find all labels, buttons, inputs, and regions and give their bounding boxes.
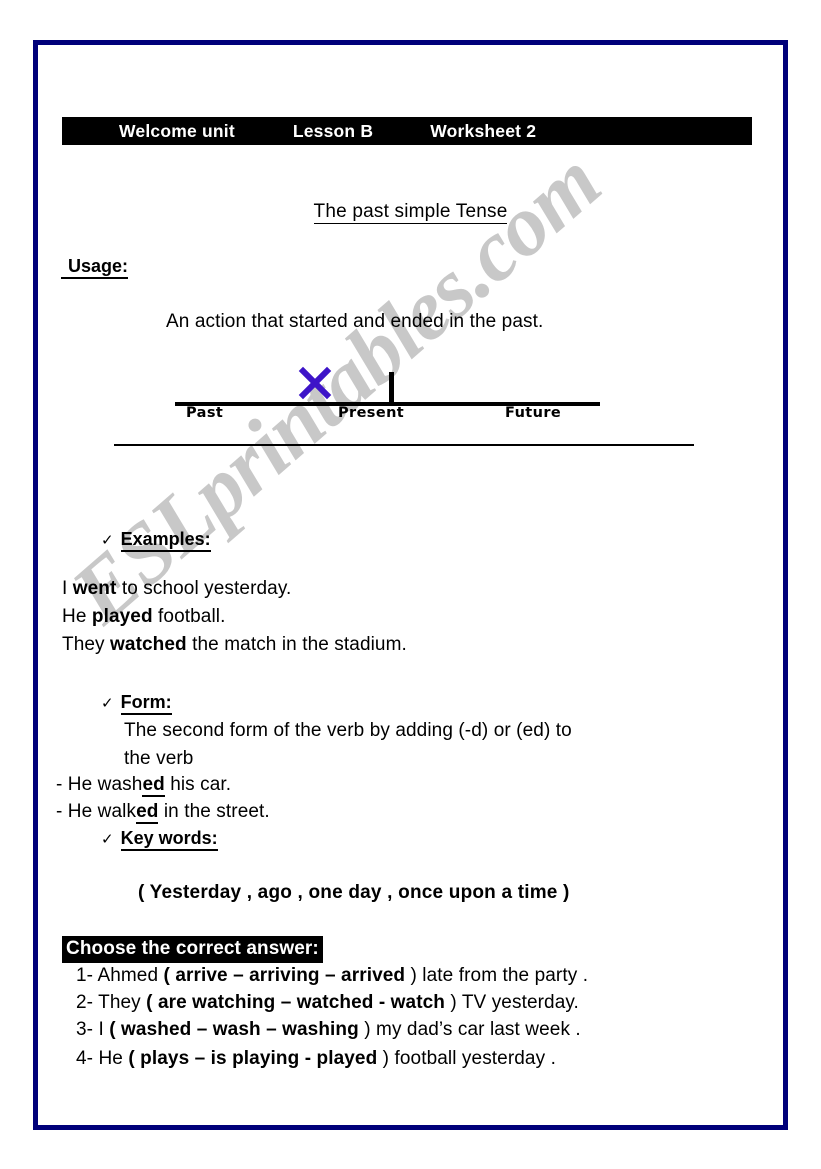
question-line: 1- Ahmed ( arrive – arriving – arrived )… [76,965,588,987]
question-pre: He [98,1048,129,1069]
timeline-x-mark-icon [298,366,332,400]
question-pre: I [98,1019,110,1040]
check-icon: ✓ [101,694,114,712]
question-post: ) late from the party . [405,965,589,986]
example-line: They watched the match in the stadium. [62,634,407,656]
form-heading-text: Form: [120,692,172,715]
exercise-heading: Choose the correct answer: [62,936,323,963]
usage-sentence: An action that started and ended in the … [166,311,544,332]
example-post: to school yesterday. [116,578,292,599]
question-pre: Ahmed [97,965,164,986]
key-words-heading: ✓ Key words: [101,828,218,851]
form-example-post: in the street. [158,801,270,822]
example-pre: They [62,634,111,655]
form-example-line: - He washed his car. [56,774,232,797]
question-choices[interactable]: ( plays – is playing - played [128,1048,377,1069]
check-icon: ✓ [101,531,114,549]
form-example-line: - He walked in the street. [56,801,270,824]
example-line: He played football. [62,606,226,628]
question-post: ) TV yesterday. [445,992,579,1013]
example-post: football. [152,606,226,627]
example-verb: went [72,578,117,599]
question-choices[interactable]: ( are watching – watched - watch [146,992,445,1013]
example-verb: played [91,606,153,627]
examples-heading-text: Examples: [120,529,211,552]
example-post: the match in the stadium. [186,634,407,655]
timeline-label-future: Future [505,405,562,421]
examples-heading: ✓ Examples: [101,529,211,552]
section-divider [114,444,694,446]
form-description-line: the verb [124,748,194,769]
form-example-post: his car. [164,774,232,795]
timeline-present-tick [389,372,394,404]
tense-timeline-diagram: Past Present Future [175,362,600,421]
question-line: 4- He ( plays – is playing - played ) fo… [76,1048,556,1070]
check-icon: ✓ [101,830,114,848]
timeline-label-present: Present [338,405,405,421]
question-number: 1- [76,965,98,986]
question-number: 4- [76,1048,99,1069]
question-number: 3- [76,1019,99,1040]
header-unit-label: Welcome unit [119,120,235,141]
question-post: ) football yesterday . [377,1048,556,1069]
worksheet-content: Welcome unit Lesson B Worksheet 2 The pa… [0,0,821,1169]
form-example-suffix: ed [142,774,165,797]
form-example-pre: - He wash [56,774,143,795]
timeline-label-past: Past [186,405,224,421]
question-line: 2- They ( are watching – watched - watch… [76,992,579,1014]
question-choices[interactable]: ( washed – wash – washing [109,1019,359,1040]
usage-heading-text: Usage: [61,256,129,279]
page-title-text: The past simple Tense [313,201,508,224]
form-heading: ✓ Form: [101,692,172,715]
page-title: The past simple Tense [0,201,821,224]
example-line: I went to school yesterday. [62,578,291,600]
question-choices[interactable]: ( arrive – arriving – arrived [164,965,406,986]
key-words-heading-text: Key words: [120,828,218,851]
example-pre: He [62,606,92,627]
key-words-list: ( Yesterday , ago , one day , once upon … [138,882,570,903]
example-pre: I [62,578,73,599]
example-verb: watched [110,634,187,655]
question-post: ) my dad’s car last week . [358,1019,581,1040]
form-example-suffix: ed [136,801,159,824]
question-number: 2- [76,992,99,1013]
form-example-pre: - He walk [56,801,137,822]
form-description-line: The second form of the verb by adding (-… [124,720,572,741]
usage-heading: Usage: [61,256,129,279]
question-line: 3- I ( washed – wash – washing ) my dad’… [76,1019,581,1041]
worksheet-header-bar: Welcome unit Lesson B Worksheet 2 [62,117,752,145]
header-lesson-label: Lesson B [292,120,374,141]
header-worksheet-label: Worksheet 2 [430,120,537,141]
question-pre: They [98,992,147,1013]
